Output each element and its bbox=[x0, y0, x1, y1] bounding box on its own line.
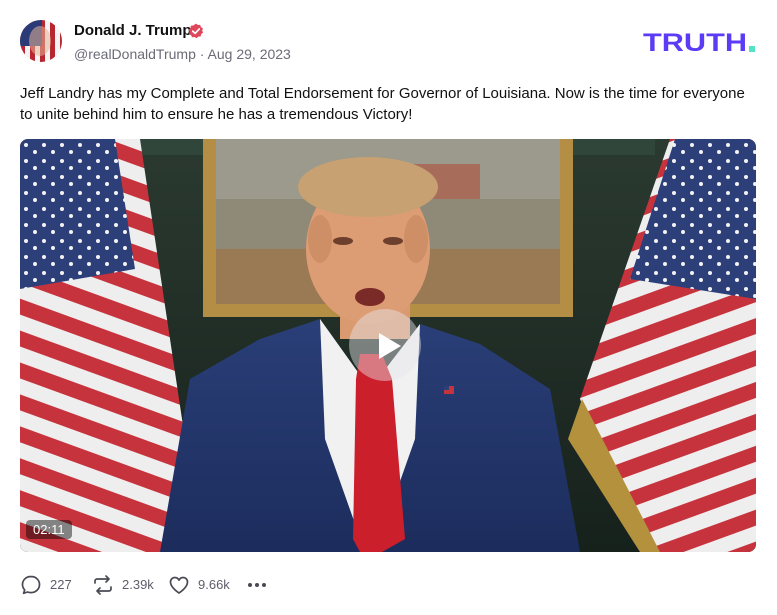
svg-text:TRUTH: TRUTH bbox=[643, 31, 747, 53]
play-icon bbox=[379, 333, 401, 359]
retruth-count: 2.39k bbox=[122, 577, 154, 592]
like-button[interactable]: 9.66k bbox=[168, 572, 236, 598]
author-name[interactable]: Donald J. Trump bbox=[74, 22, 192, 39]
reply-button[interactable]: 227 bbox=[20, 572, 80, 598]
video-player[interactable]: 02:11 bbox=[20, 139, 756, 552]
verified-badge-icon bbox=[188, 23, 203, 39]
video-duration: 02:11 bbox=[26, 520, 72, 539]
post-date[interactable]: Aug 29, 2023 bbox=[208, 46, 291, 62]
truth-logo[interactable]: TRUTH bbox=[643, 31, 757, 53]
author-handle[interactable]: @realDonaldTrump bbox=[74, 46, 196, 62]
separator-dot: · bbox=[199, 46, 205, 62]
more-icon bbox=[248, 583, 266, 587]
heart-icon bbox=[169, 576, 189, 594]
truth-post: Donald J. Trump @realDonaldTrump · Aug 2… bbox=[0, 0, 777, 615]
post-text: Jeff Landry has my Complete and Total En… bbox=[20, 85, 745, 123]
avatar[interactable] bbox=[20, 20, 62, 62]
play-button[interactable] bbox=[349, 309, 421, 381]
retruth-button[interactable]: 2.39k bbox=[92, 572, 160, 598]
handle-line: @realDonaldTrump · Aug 29, 2023 bbox=[74, 46, 291, 62]
retruth-icon bbox=[94, 575, 112, 595]
reply-icon bbox=[21, 575, 41, 595]
like-count: 9.66k bbox=[198, 577, 230, 592]
more-options-button[interactable] bbox=[246, 572, 268, 598]
reply-count: 227 bbox=[50, 577, 72, 592]
